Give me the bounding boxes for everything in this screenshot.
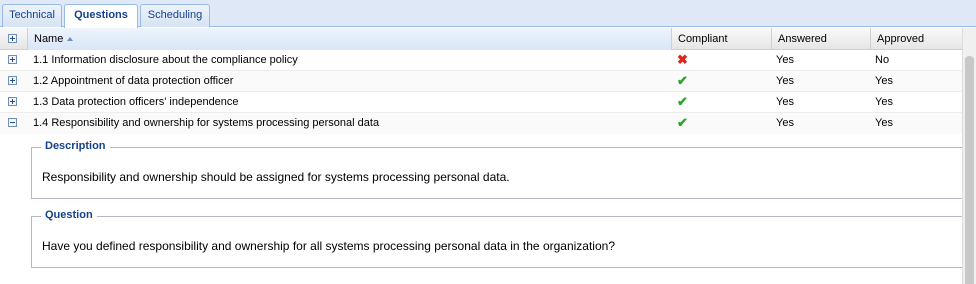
vertical-scrollbar[interactable] — [962, 28, 976, 284]
grid-header: Name Compliant Answered Approved — [0, 28, 962, 50]
compliant-status: ✖ — [672, 50, 772, 71]
row-expander[interactable] — [0, 113, 28, 134]
row-approved: Yes — [875, 96, 893, 108]
expand-all-header[interactable] — [0, 28, 28, 50]
description-text: Responsibility and ownership should be a… — [42, 170, 510, 184]
table-row[interactable]: 1.3 Data protection officers' independen… — [0, 92, 962, 113]
table-row[interactable]: 1.2 Appointment of data protection offic… — [0, 71, 962, 92]
row-answered: Yes — [776, 54, 794, 66]
compliant-status: ✔ — [672, 92, 772, 113]
check-icon: ✔ — [677, 94, 688, 109]
row-name: 1.3 Data protection officers' independen… — [33, 96, 239, 108]
tab-strip: Technical Questions Scheduling — [0, 0, 976, 28]
column-header-compliant[interactable]: Compliant — [672, 28, 772, 50]
table-row[interactable]: 1.1 Information disclosure about the com… — [0, 50, 962, 71]
column-header-name-label: Name — [34, 33, 64, 45]
row-approved: Yes — [875, 117, 893, 129]
column-header-approved[interactable]: Approved — [871, 28, 962, 50]
collapse-icon[interactable] — [8, 118, 17, 127]
expand-icon[interactable] — [8, 55, 17, 64]
check-icon: ✔ — [677, 115, 688, 130]
row-expander[interactable] — [0, 92, 28, 113]
row-approved: Yes — [875, 75, 893, 87]
tab-scheduling[interactable]: Scheduling — [140, 4, 210, 27]
row-expander[interactable] — [0, 50, 28, 71]
sort-ascending-icon — [67, 37, 74, 42]
row-answered: Yes — [776, 96, 794, 108]
row-approved: No — [875, 54, 890, 66]
question-panel: Question Have you defined responsibility… — [31, 209, 962, 268]
tab-technical[interactable]: Technical — [2, 4, 62, 27]
description-legend: Description — [41, 140, 110, 152]
cross-icon: ✖ — [677, 52, 688, 67]
scrollbar-thumb[interactable] — [965, 56, 974, 284]
expand-icon[interactable] — [8, 97, 17, 106]
row-name: 1.4 Responsibility and ownership for sys… — [33, 117, 380, 129]
column-header-name[interactable]: Name — [28, 28, 672, 50]
expand-icon[interactable] — [8, 76, 17, 85]
row-name: 1.2 Appointment of data protection offic… — [33, 75, 234, 87]
row-expander[interactable] — [0, 71, 28, 92]
row-name: 1.1 Information disclosure about the com… — [33, 54, 298, 66]
compliant-status: ✔ — [672, 71, 772, 92]
tab-questions[interactable]: Questions — [64, 4, 138, 28]
table-row[interactable]: 1.4 Responsibility and ownership for sys… — [0, 113, 962, 134]
compliant-status: ✔ — [672, 113, 772, 134]
row-answered: Yes — [776, 117, 794, 129]
row-answered: Yes — [776, 75, 794, 87]
description-panel: Description Responsibility and ownership… — [31, 140, 962, 199]
column-header-answered[interactable]: Answered — [772, 28, 871, 50]
expand-all-icon[interactable] — [8, 34, 17, 43]
question-legend: Question — [41, 209, 97, 221]
check-icon: ✔ — [677, 73, 688, 88]
question-text: Have you defined responsibility and owne… — [42, 239, 615, 253]
